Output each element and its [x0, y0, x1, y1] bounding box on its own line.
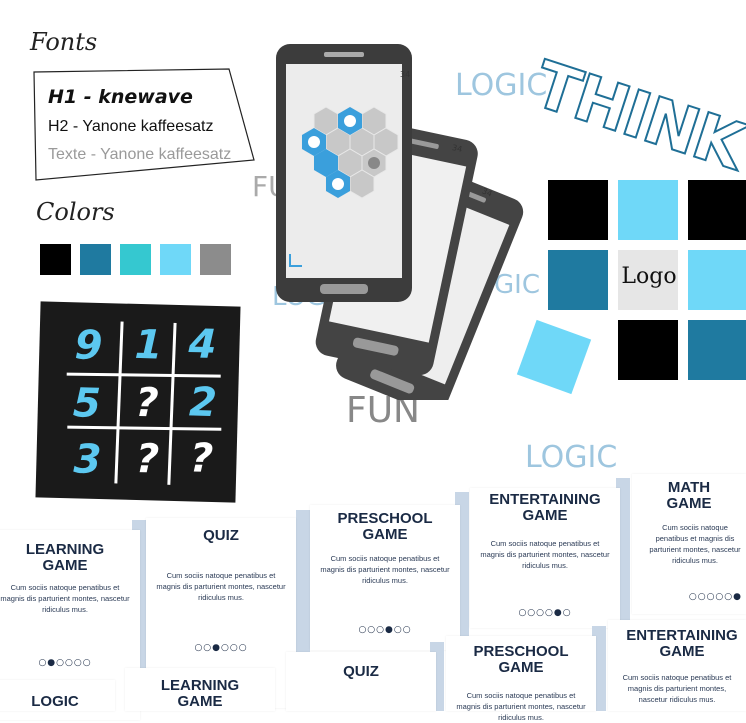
sudoku-cell: ?	[134, 379, 160, 427]
fonts-box: H1 - knewave H2 - Yanone kaffeesatz Text…	[33, 68, 255, 181]
sudoku-cell: ?	[189, 435, 214, 482]
game-card[interactable]: QUIZ	[286, 652, 436, 711]
game-card-pagination[interactable]: ○○○●○○	[310, 625, 460, 635]
game-card[interactable]: LEARNING GAME	[125, 668, 275, 711]
logo-grid-tile	[618, 180, 678, 240]
sudoku-cell: 3	[72, 436, 102, 484]
color-swatch-gray	[200, 244, 231, 275]
game-card-body: Cum sociis natoque penatibus et magnis d…	[480, 539, 610, 570]
phone-back-counter: 34	[451, 143, 464, 154]
font-h1-sample: H1 - knewave	[48, 86, 193, 108]
sudoku-cell: 2	[188, 379, 218, 427]
game-card-body: Cum sociis natoque penatibus et magnis d…	[622, 673, 732, 704]
color-swatch-teal	[120, 244, 151, 275]
sudoku-cell: 9	[73, 322, 103, 370]
logo-grid-tile	[688, 250, 746, 310]
game-card-body: Cum sociis natoque penatibus et magnis d…	[0, 583, 130, 614]
game-card[interactable]: PRESCHOOL GAME Cum sociis natoque penati…	[446, 636, 596, 722]
game-card-pagination[interactable]: ○○●○○○	[146, 643, 296, 653]
color-swatch-light-blue	[160, 244, 191, 275]
card-divider	[296, 510, 310, 660]
game-card[interactable]: ENTERTAINING GAME Cum sociis natoque pen…	[470, 488, 620, 628]
game-card-title: ENTERTAINING GAME	[489, 491, 601, 524]
game-card-title: LOGIC	[31, 693, 79, 710]
logo-grid-tile	[688, 320, 746, 380]
game-card-title: LEARNING GAME	[25, 541, 105, 574]
game-card-pagination[interactable]: ○○○○●○	[470, 608, 620, 618]
sudoku-cell: 4	[188, 321, 218, 369]
game-card-title: QUIZ	[343, 663, 379, 680]
game-card-title: MATH GAME	[666, 479, 712, 512]
word-logic-bottom: LOGIC	[525, 440, 618, 475]
sudoku-cell: 1	[133, 321, 164, 369]
fonts-heading: Fonts	[30, 28, 98, 56]
font-h2-sample: H2 - Yanone kaffeesatz	[48, 118, 214, 135]
game-card-body: Cum sociis natoque penatibus et magnis d…	[649, 523, 741, 565]
sudoku-cell: ?	[135, 435, 160, 483]
game-card-title: PRESCHOOL GAME	[473, 643, 569, 676]
game-card-pagination[interactable]: ○●○○○○	[0, 658, 140, 668]
color-swatch-black	[40, 244, 71, 275]
game-card-title: PRESCHOOL GAME	[337, 510, 433, 543]
logo-grid-tile	[688, 180, 746, 240]
game-card-body: Cum sociis natoque penatibus et magnis d…	[320, 554, 450, 585]
sudoku-board: 9 1 4 5 ? 2 3 ? ?	[35, 301, 241, 503]
phones-illustration	[276, 44, 524, 400]
phone-front-counter: 34	[400, 70, 411, 79]
game-card[interactable]: PRESCHOOL GAME Cum sociis natoque penati…	[310, 505, 460, 650]
font-text-sample: Texte - Yanone kaffeesatz	[48, 146, 232, 163]
logo-grid-tile	[618, 320, 678, 380]
game-card-body: Cum sociis natoque penatibus et magnis d…	[156, 571, 286, 602]
game-card-body: Cum sociis natoque penatibus et magnis d…	[456, 691, 586, 722]
logo-grid-tile	[548, 180, 608, 240]
game-card-pagination[interactable]: ○○○○○●	[632, 592, 742, 602]
think-logo-text: THINK	[524, 47, 746, 186]
color-swatch-blue	[80, 244, 111, 275]
game-card-title: QUIZ	[203, 527, 239, 544]
game-card-title: ENTERTAINING GAME	[626, 627, 738, 660]
game-card[interactable]: ENTERTAINING GAME Cum sociis natoque pen…	[608, 620, 746, 711]
logo-text: Logo	[621, 264, 677, 289]
logo-grid-tile	[548, 250, 608, 310]
game-card[interactable]: LOGIC	[0, 680, 115, 711]
game-card-title: LEARNING GAME	[160, 677, 240, 710]
sudoku-cell: 5	[72, 380, 102, 428]
colors-heading: Colors	[36, 198, 115, 226]
game-card[interactable]: MATH GAME Cum sociis natoque penatibus e…	[632, 474, 746, 614]
